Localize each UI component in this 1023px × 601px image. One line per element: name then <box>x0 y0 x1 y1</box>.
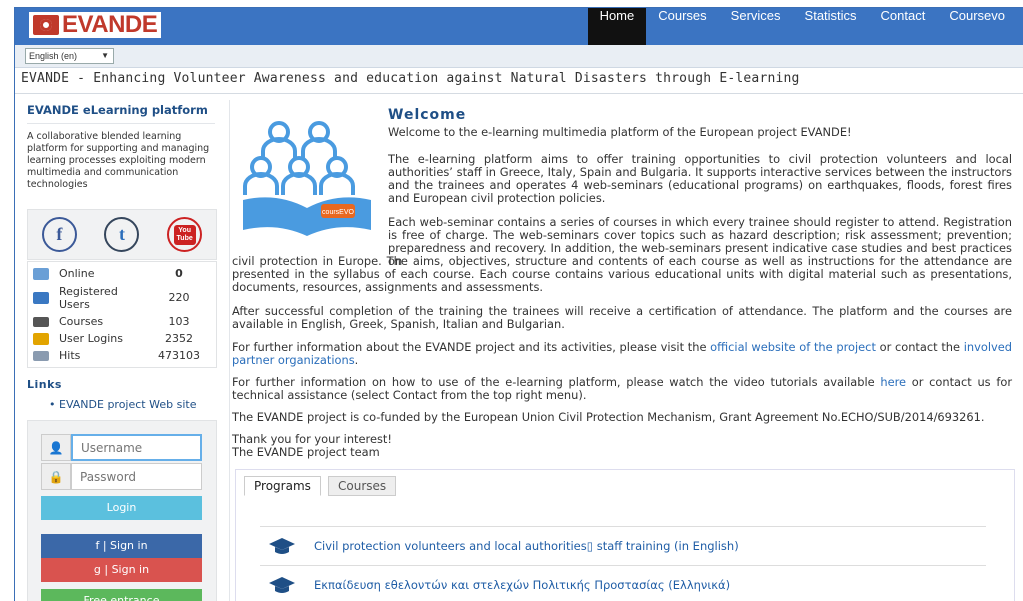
program-item[interactable]: Civil protection volunteers and local au… <box>260 526 986 565</box>
hero-badge-text: coursEVO <box>322 209 354 216</box>
nav-services[interactable]: Services <box>719 8 793 45</box>
social-links: f t You Tube <box>27 209 217 260</box>
stat-value: 2352 <box>165 332 193 345</box>
platform-description: A collaborative blended learning platfor… <box>27 131 210 190</box>
facebook-icon[interactable]: f <box>41 217 77 252</box>
tab-programs[interactable]: Programs <box>244 476 321 496</box>
stat-label: Hits <box>59 349 81 362</box>
books-icon <box>33 316 49 327</box>
top-navbar: EVANDE Home Courses Services Statistics … <box>15 8 1023 45</box>
paragraph-2-bottom: civil protection in Europe. The aims, ob… <box>232 254 1012 294</box>
link-label: EVANDE project Web site <box>59 398 197 411</box>
intro-text: Welcome to the e-learning multimedia pla… <box>388 125 852 139</box>
evande-logo[interactable]: EVANDE <box>29 11 162 38</box>
tumblr-icon[interactable]: t <box>104 217 140 252</box>
stat-online: Online 0 <box>28 265 216 282</box>
hero-illustration: coursEVO <box>241 112 375 237</box>
logo-mark-icon <box>33 15 59 35</box>
stat-registered-users: Registered Users 220 <box>28 282 216 313</box>
programs-panel: Programs Courses Civil protection volunt… <box>235 469 1015 601</box>
stat-user-logins: User Logins 2352 <box>28 330 216 347</box>
youtube-icon[interactable]: You Tube <box>167 217 203 252</box>
chevron-down-icon: ▼ <box>101 51 109 60</box>
language-bar: English (en) ▼ <box>15 45 1023 68</box>
graduation-cap-icon <box>269 538 295 554</box>
free-entrance-button[interactable]: Free entrance <box>41 589 202 601</box>
links-heading: Links <box>27 378 62 391</box>
language-select-value: English (en) <box>29 51 78 61</box>
platform-name: EVANDE eLearning platform <box>27 103 208 117</box>
password-input[interactable] <box>71 463 202 490</box>
stat-value: 103 <box>168 315 190 328</box>
facebook-signin-button[interactable]: f | Sign in <box>41 534 202 558</box>
graduation-cap-icon <box>269 577 295 593</box>
password-field: 🔒 <box>41 463 202 490</box>
youtube-glyph: You Tube <box>173 224 196 245</box>
login-user-icon <box>33 332 49 345</box>
sidebar-about: EVANDE eLearning platform A collaborativ… <box>27 104 215 191</box>
video-tutorials-link[interactable]: here <box>880 375 906 389</box>
hits-icon <box>33 350 49 361</box>
site-title: EVANDE - Enhancing Volunteer Awareness a… <box>21 71 800 86</box>
p5-text: For further information on how to use of… <box>232 375 881 389</box>
users-online-icon <box>33 267 49 280</box>
username-input[interactable] <box>71 434 202 461</box>
nav-home[interactable]: Home <box>587 8 647 45</box>
program-label: Εκπαίδευση εθελοντών και στελεχών Πολιτι… <box>314 578 731 592</box>
stat-label: Registered Users <box>59 284 118 311</box>
nav-coursevo[interactable]: Coursevo <box>937 8 1017 45</box>
link-evande-website[interactable]: • EVANDE project Web site <box>49 398 196 411</box>
divider <box>27 123 215 124</box>
tab-courses[interactable]: Courses <box>328 476 397 496</box>
logo-text: EVANDE <box>62 11 158 38</box>
stat-label: User Logins <box>59 332 123 345</box>
p4-text: or contact the <box>875 340 964 354</box>
nav-contact[interactable]: Contact <box>869 8 938 45</box>
facebook-glyph: f <box>56 224 63 244</box>
column-divider <box>229 100 230 601</box>
nav-statistics[interactable]: Statistics <box>793 8 869 45</box>
stat-value: 473103 <box>158 349 200 362</box>
stat-value: 0 <box>175 267 183 280</box>
nav-courses[interactable]: Courses <box>646 8 718 45</box>
program-label: Civil protection volunteers and local au… <box>314 539 739 553</box>
official-website-link[interactable]: official website of the project <box>710 340 876 354</box>
paragraph-5: For further information on how to use of… <box>232 376 1012 402</box>
main-nav: Home Courses Services Statistics Contact… <box>587 8 1017 45</box>
paragraph-1: The e-learning platform aims to offer tr… <box>388 152 1012 205</box>
p4-text: . <box>354 353 359 367</box>
paragraph-6: The EVANDE project is co-funded by the E… <box>232 410 985 424</box>
paragraph-3: After successful completion of the train… <box>232 304 1012 331</box>
team-text: The EVANDE project team <box>232 445 380 459</box>
user-icon: 👤 <box>41 434 71 461</box>
site-title-bar: EVANDE - Enhancing Volunteer Awareness a… <box>15 68 1023 94</box>
registered-users-icon <box>33 291 49 304</box>
stat-label: Courses <box>59 315 104 328</box>
tumblr-glyph: t <box>118 224 125 244</box>
stat-courses: Courses 103 <box>28 313 216 330</box>
site-stats: Online 0 Registered Users 220 Courses 10… <box>27 261 217 368</box>
stat-label: Online <box>59 267 95 280</box>
p4-text: For further information about the EVANDE… <box>232 340 711 354</box>
stat-hits: Hits 473103 <box>28 347 216 364</box>
username-field: 👤 <box>41 434 202 461</box>
login-box: 👤 🔒 Login f | Sign in g | Sign in Free e… <box>27 420 217 601</box>
google-signin-button[interactable]: g | Sign in <box>41 558 202 582</box>
page-frame: EVANDE Home Courses Services Statistics … <box>14 7 1023 601</box>
login-button[interactable]: Login <box>41 496 202 520</box>
program-item[interactable]: Εκπαίδευση εθελοντών και στελεχών Πολιτι… <box>260 565 986 601</box>
welcome-title: Welcome <box>388 107 467 123</box>
stat-value: 220 <box>168 291 190 304</box>
paragraph-4: For further information about the EVANDE… <box>232 341 1012 367</box>
lock-icon: 🔒 <box>41 463 71 490</box>
language-select[interactable]: English (en) ▼ <box>25 48 114 64</box>
